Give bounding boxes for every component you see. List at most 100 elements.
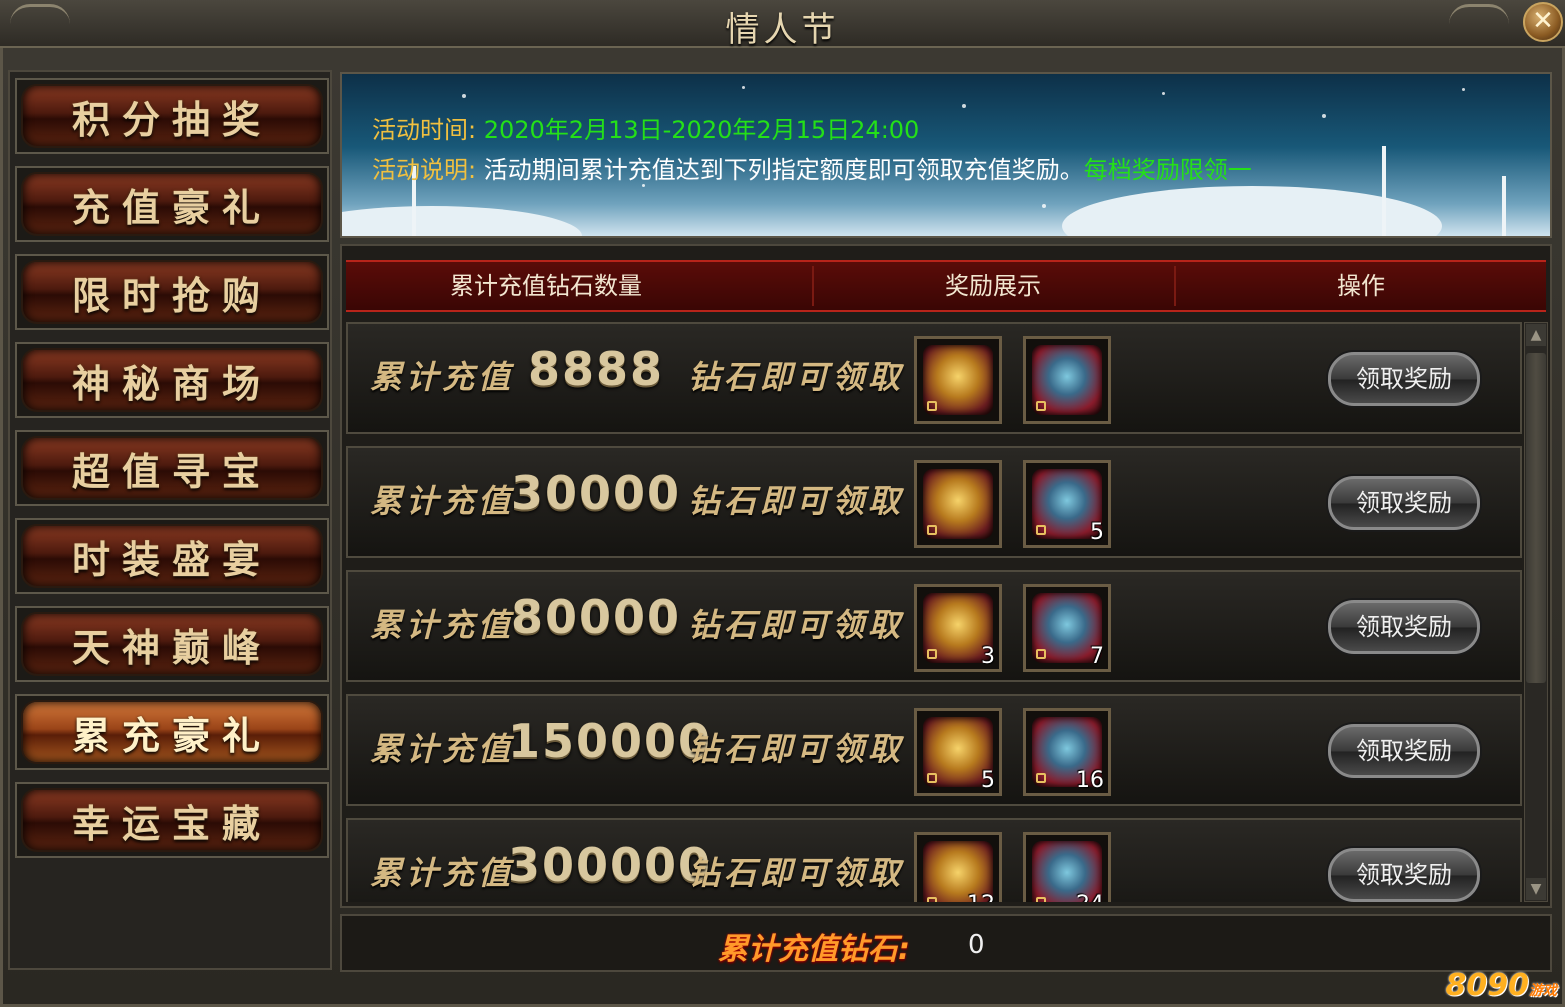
row-amount: 30000 [510,466,682,520]
column-header-amount: 累计充值钻石数量 [450,272,642,300]
sidebar-item-label: 幸运宝藏 [23,790,321,850]
snowflake [1462,88,1465,91]
sidebar-item-label: 累充豪礼 [23,702,321,762]
reward-item-slot[interactable] [1023,336,1111,424]
gold-treasure-chest-icon [923,345,993,415]
lock-icon [927,649,937,659]
title-bar: 情人节 ✕ [0,0,1565,50]
window-title: 情人节 [725,10,840,50]
sidebar-item-label: 积分抽奖 [23,86,321,146]
tree-decoration [1382,146,1386,236]
scroll-thumb[interactable] [1526,353,1546,683]
event-desc-label: 活动说明: [372,156,477,184]
down-arrow-icon[interactable]: ▼ [1526,878,1546,900]
event-desc-line: 活动说明: 活动期间累计充值达到下列指定额度即可领取充值奖励。每档奖励限领一 [372,150,1252,185]
reward-item-slot[interactable]: 3 [914,584,1002,672]
sidebar-item-label: 神秘商场 [23,350,321,410]
reward-item-slot[interactable]: 5 [914,708,1002,796]
reward-item-slot[interactable]: 24 [1023,832,1111,902]
row-suffix: 钻石即可领取 [688,730,905,768]
row-amount: 80000 [510,590,682,644]
item-count: 7 [1090,644,1104,669]
total-recharge-label: 累计充值钻石: [718,932,910,967]
sidebar-item-points-lottery[interactable]: 积分抽奖 [15,78,329,154]
sidebar-item-cumulative-gift[interactable]: 累充豪礼 [15,694,329,770]
lock-icon [927,897,937,902]
row-suffix: 钻石即可领取 [688,482,905,520]
claim-reward-button[interactable]: 领取奖励 [1328,600,1480,654]
reward-item-slot[interactable] [914,460,1002,548]
snow-hill [342,206,582,236]
row-prefix: 累计充值 [370,482,515,520]
item-count: 5 [1090,520,1104,545]
sidebar-item-treasure-hunt[interactable]: 超值寻宝 [15,430,329,506]
sidebar-item-label: 限时抢购 [23,262,321,322]
row-prefix: 累计充值 [370,606,515,644]
row-prefix: 累计充值 [370,730,515,768]
table-row: 累计充值 8888 钻石即可领取 领取奖励 [346,322,1522,434]
row-amount: 150000 [508,714,713,768]
event-desc-text: 活动期间累计充值达到下列指定额度即可领取充值奖励。 [483,156,1084,184]
gold-treasure-chest-icon [923,469,993,539]
event-desc-highlight: 每档奖励限领一 [1083,156,1252,184]
reward-item-slot[interactable]: 5 [1023,460,1111,548]
logo-text: 8090 [1445,968,1530,1003]
snowflake [1042,204,1046,208]
reward-item-slot[interactable]: 7 [1023,584,1111,672]
sidebar-item-label: 天神巅峰 [23,614,321,674]
item-count: 12 [967,892,995,902]
item-count: 24 [1076,892,1104,902]
table-header: 累计充值钻石数量 奖励展示 操作 [346,260,1546,312]
total-recharge-value: 0 [968,930,985,960]
logo-suffix: 游戏 [1529,983,1557,999]
row-prefix: 累计充值 [370,854,515,892]
row-amount: 300000 [508,838,713,892]
event-time-label: 活动时间: [372,116,477,144]
claim-reward-button[interactable]: 领取奖励 [1328,352,1480,406]
scrollbar[interactable]: ▲ ▼ [1524,322,1548,902]
claim-reward-button[interactable]: 领取奖励 [1328,476,1480,530]
table-row: 累计充值 80000 钻石即可领取 3 7 领取奖励 [346,570,1522,682]
event-banner: 活动时间: 2020年2月13日-2020年2月15日24:00 活动说明: 活… [340,72,1552,238]
row-prefix: 累计充值 [370,358,515,396]
sidebar-item-label: 时装盛宴 [23,526,321,586]
column-header-rewards: 奖励展示 [945,272,1041,300]
row-amount: 8888 [527,342,665,396]
claim-reward-button[interactable]: 领取奖励 [1328,724,1480,778]
up-arrow-icon[interactable]: ▲ [1526,324,1546,346]
sidebar-item-mystery-shop[interactable]: 神秘商场 [15,342,329,418]
snowflake [1162,92,1165,95]
event-time-value: 2020年2月13日-2020年2月15日24:00 [483,116,920,144]
reward-table: 累计充值钻石数量 奖励展示 操作 累计充值 8888 钻石即可领取 领取奖励 累… [340,244,1552,908]
lock-icon [1036,773,1046,783]
event-time-line: 活动时间: 2020年2月13日-2020年2月15日24:00 [372,110,919,145]
close-icon: ✕ [1532,6,1554,36]
site-logo: 8090游戏 [1446,968,1558,1003]
lock-icon [927,525,937,535]
table-row: 累计充值 300000 钻石即可领取 12 24 领取奖励 [346,818,1522,902]
reward-item-slot[interactable]: 16 [1023,708,1111,796]
sidebar-item-lucky-treasure[interactable]: 幸运宝藏 [15,782,329,858]
sidebar-item-fashion-feast[interactable]: 时装盛宴 [15,518,329,594]
reward-item-slot[interactable]: 12 [914,832,1002,902]
lock-icon [1036,649,1046,659]
snowflake [1322,114,1326,118]
lock-icon [927,401,937,411]
close-button[interactable]: ✕ [1523,2,1563,42]
lock-icon [1036,897,1046,902]
tree-decoration [1502,176,1506,236]
sidebar-item-recharge-gift[interactable]: 充值豪礼 [15,166,329,242]
sidebar-item-label: 充值豪礼 [23,174,321,234]
column-header-action: 操作 [1337,272,1385,300]
snowflake [462,94,466,98]
item-count: 16 [1076,768,1104,793]
snowflake [742,86,745,89]
sidebar-item-flash-sale[interactable]: 限时抢购 [15,254,329,330]
claim-reward-button[interactable]: 领取奖励 [1328,848,1480,902]
lock-icon [1036,525,1046,535]
reward-item-slot[interactable] [914,336,1002,424]
sidebar-item-god-peak[interactable]: 天神巅峰 [15,606,329,682]
lock-icon [1036,401,1046,411]
reward-rows: 累计充值 8888 钻石即可领取 领取奖励 累计充值 30000 钻石即可领取 [346,322,1522,902]
row-suffix: 钻石即可领取 [688,854,905,892]
